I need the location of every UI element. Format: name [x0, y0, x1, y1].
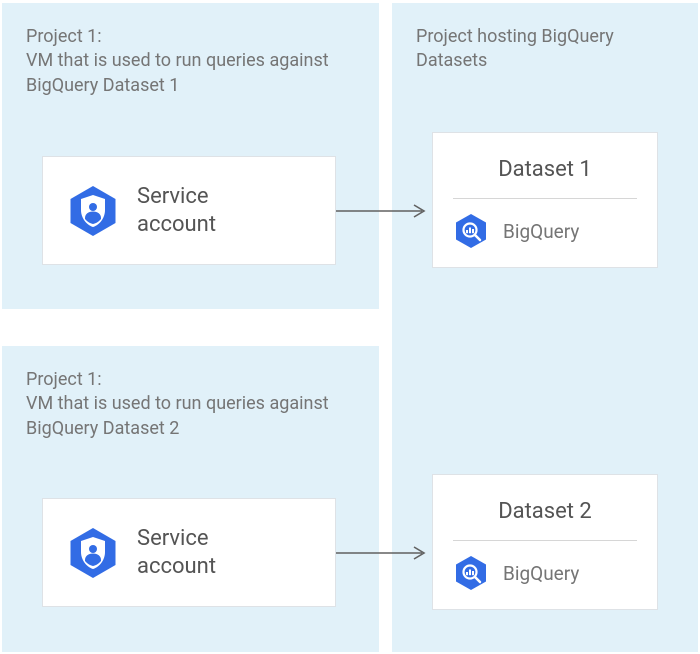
project-1-bottom-caption: Project 1:VM that is used to run queries…: [2, 346, 379, 441]
service-account-label-bottom: Serviceaccount: [137, 525, 216, 580]
service-account-card-bottom: Serviceaccount: [42, 498, 336, 607]
dataset-1-title: Dataset 1: [453, 157, 637, 182]
dataset-1-card: Dataset 1 BigQuery: [432, 132, 658, 268]
bigquery-icon: [453, 555, 489, 591]
arrow-bottom: [336, 546, 432, 560]
dataset-2-title: Dataset 2: [453, 499, 637, 524]
bigquery-icon: [453, 213, 489, 249]
arrow-top: [336, 204, 432, 218]
project-hosting-caption: Project hosting BigQuery Datasets: [392, 3, 698, 74]
bigquery-label: BigQuery: [503, 562, 579, 585]
bigquery-row: BigQuery: [453, 213, 637, 249]
divider: [453, 540, 637, 541]
divider: [453, 198, 637, 199]
service-account-icon: [67, 185, 119, 237]
service-account-icon: [67, 527, 119, 579]
dataset-2-card: Dataset 2 BigQuery: [432, 474, 658, 610]
project-1-top-caption: Project 1:VM that is used to run queries…: [2, 3, 379, 98]
bigquery-row: BigQuery: [453, 555, 637, 591]
service-account-label-top: Serviceaccount: [137, 183, 216, 238]
bigquery-label: BigQuery: [503, 220, 579, 243]
service-account-card-top: Serviceaccount: [42, 156, 336, 265]
